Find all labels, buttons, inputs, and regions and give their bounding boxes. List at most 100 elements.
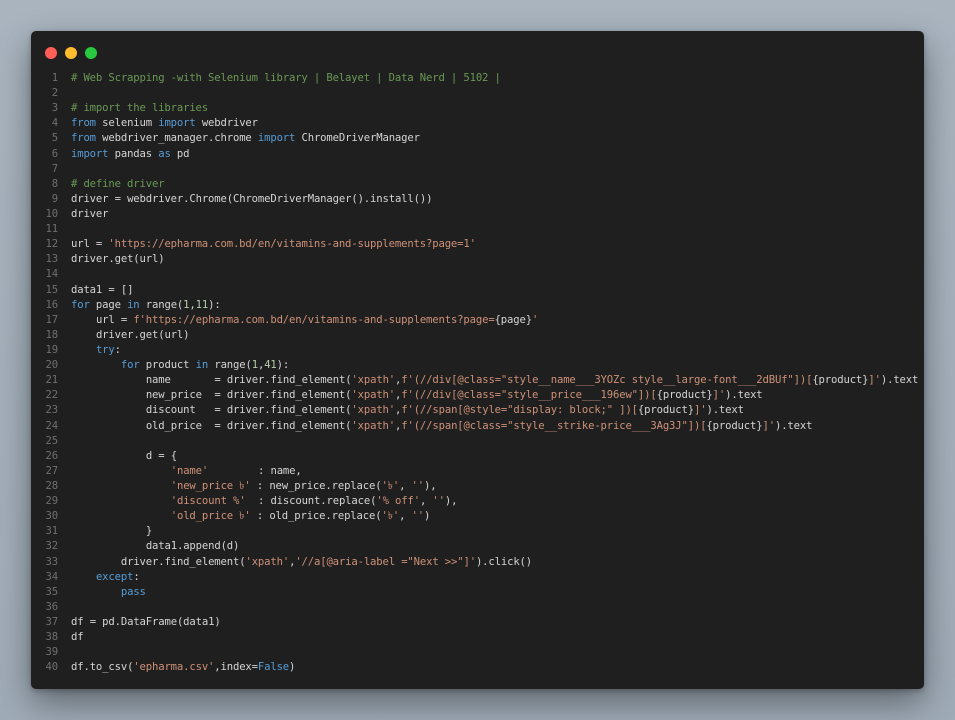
code-line: 12 url = 'https://epharma.com.bd/en/vitam… — [31, 237, 924, 252]
maximize-button[interactable] — [85, 47, 97, 59]
code-line: 11 — [31, 222, 924, 237]
line-number: 26 — [45, 449, 59, 462]
code-line: 40 df.to_csv('epharma.csv',index=False) — [31, 660, 924, 675]
line-number: 3 — [51, 102, 58, 115]
code-line: 13 driver.get(url) — [31, 252, 924, 267]
code-line: 26 d = { — [31, 449, 924, 464]
line-number: 20 — [45, 359, 59, 372]
line-source: 'new_price ৳' : new_price.replace('৳', '… — [170, 479, 437, 492]
line-source: driver.get(url) — [95, 328, 190, 341]
line-source: driver = webdriver.Chrome(ChromeDriverMa… — [71, 192, 433, 205]
line-number: 12 — [45, 238, 59, 251]
line-source: url = f'https://epharma.com.bd/en/vitami… — [95, 313, 539, 326]
line-number: 11 — [45, 223, 59, 236]
line-number: 13 — [45, 253, 59, 266]
code-window: 1 # Web Scrapping -with Selenium library … — [31, 31, 924, 689]
code-line: 28 'new_price ৳' : new_price.replace('৳'… — [31, 479, 924, 494]
line-number: 33 — [45, 555, 59, 568]
code-line: 24 old_price = driver.find_element('xpat… — [31, 419, 924, 434]
code-line: 19 try: — [31, 343, 924, 358]
line-source: data1.append(d) — [145, 540, 240, 553]
code-line: 35 pass — [31, 585, 924, 600]
line-number: 7 — [51, 162, 58, 175]
line-source: for product in range(1,41): — [120, 359, 290, 372]
line-number: 6 — [51, 147, 58, 160]
line-source: d = { — [145, 449, 177, 462]
code-line: 32 data1.append(d) — [31, 539, 924, 554]
line-number: 40 — [45, 661, 59, 674]
code-line: 1 # Web Scrapping -with Selenium library … — [31, 71, 924, 86]
line-number: 37 — [45, 615, 59, 628]
code-line: 2 — [31, 86, 924, 101]
line-source: new_price = driver.find_element('xpath',… — [145, 389, 763, 402]
code-line: 37 df = pd.DataFrame(data1) — [31, 615, 924, 630]
line-source: try: — [95, 343, 121, 356]
line-source: driver — [71, 207, 109, 220]
line-number: 31 — [45, 525, 59, 538]
line-number: 27 — [45, 464, 59, 477]
line-number: 39 — [45, 646, 59, 659]
line-number: 18 — [45, 328, 59, 341]
line-source: discount = driver.find_element('xpath',f… — [145, 404, 744, 417]
code-line: 18 driver.get(url) — [31, 328, 924, 343]
line-number: 16 — [45, 298, 59, 311]
minimize-button[interactable] — [65, 47, 77, 59]
line-source: 'name' : name, — [170, 464, 302, 477]
code-line: 17 url = f'https://epharma.com.bd/en/vit… — [31, 313, 924, 328]
line-number: 1 — [51, 72, 58, 84]
code-line: 22 new_price = driver.find_element('xpat… — [31, 388, 924, 403]
code-line: 31 } — [31, 524, 924, 539]
line-number: 15 — [45, 283, 59, 296]
code-line: 29 'discount %' : discount.replace('% of… — [31, 494, 924, 509]
line-number: 32 — [45, 540, 59, 553]
line-number: 9 — [51, 192, 58, 205]
code-line: 38 df — [31, 630, 924, 645]
line-source: driver.get(url) — [71, 253, 165, 266]
window-titlebar — [31, 31, 924, 71]
code-line: 10 driver — [31, 207, 924, 222]
line-number: 29 — [45, 495, 59, 508]
line-number: 10 — [45, 207, 59, 220]
line-source: df.to_csv('epharma.csv',index=False) — [71, 661, 296, 674]
line-source: pass — [120, 585, 146, 598]
line-number: 17 — [45, 313, 59, 326]
line-source: name = driver.find_element('xpath',f'(//… — [145, 374, 919, 387]
line-source: # import the libraries — [71, 102, 209, 115]
code-line: 16 for page in range(1,11): — [31, 298, 924, 313]
code-line: 5 from webdriver_manager.chrome import Ch… — [31, 131, 924, 146]
code-line: 6 import pandas as pd — [31, 147, 924, 162]
code-line: 30 'old_price ৳' : old_price.replace('৳'… — [31, 509, 924, 524]
code-line: 15 data1 = [] — [31, 283, 924, 298]
line-number: 28 — [45, 479, 59, 492]
line-number: 4 — [51, 117, 58, 130]
line-number: 34 — [45, 570, 59, 583]
line-source: url = 'https://epharma.com.bd/en/vitamin… — [71, 238, 476, 251]
code-line: 36 — [31, 600, 924, 615]
line-source: data1 = [] — [71, 283, 134, 296]
line-source: old_price = driver.find_element('xpath',… — [145, 419, 813, 432]
line-source: from webdriver_manager.chrome import Chr… — [71, 132, 420, 145]
line-source: # Web Scrapping -with Selenium library |… — [71, 72, 501, 84]
code-line: 34 except: — [31, 570, 924, 585]
code-line: 23 discount = driver.find_element('xpath… — [31, 403, 924, 418]
code-line: 8 # define driver — [31, 177, 924, 192]
line-source: # define driver — [71, 177, 165, 190]
code-line: 39 — [31, 645, 924, 660]
code-line: 27 'name' : name, — [31, 464, 924, 479]
code-line: 33 driver.find_element('xpath','//a[@ari… — [31, 555, 924, 570]
line-number: 8 — [51, 177, 58, 190]
line-source: except: — [95, 570, 140, 583]
code-line: 20 for product in range(1,41): — [31, 358, 924, 373]
close-button[interactable] — [45, 47, 57, 59]
line-source: import pandas as pd — [71, 147, 190, 160]
line-number: 35 — [45, 585, 59, 598]
line-number: 2 — [51, 87, 58, 100]
line-number: 30 — [45, 510, 59, 523]
code-line: 14 — [31, 267, 924, 282]
line-source: 'discount %' : discount.replace('% off',… — [170, 495, 458, 508]
code-line: 21 name = driver.find_element('xpath',f'… — [31, 373, 924, 388]
line-source: driver.find_element('xpath','//a[@aria-l… — [120, 555, 533, 568]
code-editor[interactable]: 1 # Web Scrapping -with Selenium library … — [31, 71, 924, 681]
line-number: 24 — [45, 419, 59, 432]
line-source: } — [145, 525, 153, 538]
